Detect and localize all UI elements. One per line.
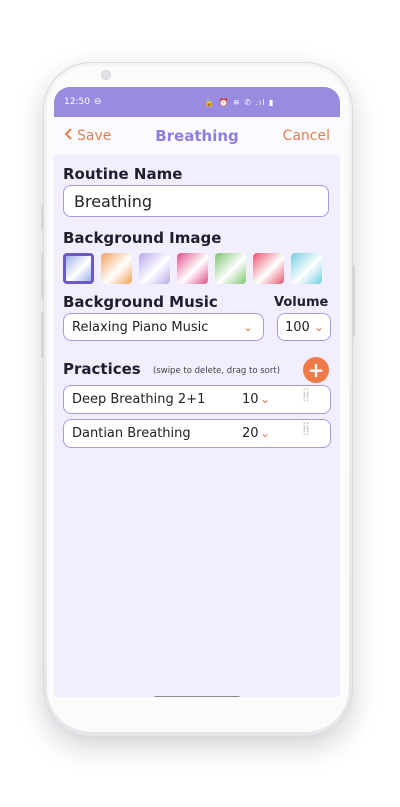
practice-row[interactable]: Dantian Breathing 20 ⌄ ⠿ ⠿ — [63, 419, 331, 448]
chevron-down-icon: ⌄ — [242, 320, 253, 334]
image-swatch[interactable] — [101, 253, 132, 284]
chevron-down-icon[interactable]: ⌄ — [260, 392, 270, 406]
background-image-swatches — [63, 253, 322, 284]
chevron-down-icon: ⌄ — [313, 320, 324, 334]
power-button — [352, 265, 355, 337]
status-time-group: 12:50 ⊖ — [64, 97, 101, 107]
volume-label: Volume — [274, 295, 329, 310]
image-swatch[interactable] — [291, 253, 322, 284]
practices-hint: (swipe to delete, drag to sort) — [153, 366, 281, 376]
side-button — [41, 312, 44, 358]
image-swatch[interactable] — [177, 253, 208, 284]
front-camera — [101, 70, 111, 80]
background-image-label: Background Image — [63, 229, 222, 247]
routine-name-label: Routine Name — [63, 165, 183, 183]
music-select-value: Relaxing Piano Music — [72, 319, 209, 335]
volume-select[interactable]: 100 ⌄ — [277, 313, 331, 341]
image-swatch[interactable] — [63, 253, 94, 284]
practices-label: Practices — [63, 360, 141, 378]
image-swatch[interactable] — [215, 253, 246, 284]
music-select[interactable]: Relaxing Piano Music ⌄ — [63, 313, 264, 341]
image-swatch[interactable] — [253, 253, 284, 284]
status-time: 12:50 — [64, 97, 90, 107]
cancel-button[interactable]: Cancel — [283, 128, 330, 144]
volume-select-value: 100 — [285, 319, 310, 335]
app-screen: 12:50 ⊖ 🔒 ⏰ ≋ ✆ .ıl ▮ Save Breathing Can… — [54, 87, 340, 697]
nav-header: Save Breathing Cancel — [54, 117, 340, 155]
practice-count[interactable]: 10 — [242, 392, 259, 407]
practice-name: Deep Breathing 2+1 — [72, 392, 206, 407]
image-swatch[interactable] — [139, 253, 170, 284]
practice-name: Dantian Breathing — [72, 426, 191, 441]
status-bar: 12:50 ⊖ 🔒 ⏰ ≋ ✆ .ıl ▮ — [54, 87, 340, 117]
drag-handle-icon[interactable]: ⠿ ⠿ — [302, 388, 310, 404]
status-icons: 🔒 ⏰ ≋ ✆ .ıl ▮ — [204, 98, 275, 107]
home-indicator[interactable] — [154, 696, 240, 697]
practice-row[interactable]: Deep Breathing 2+1 10 ⌄ ⠿ ⠿ — [63, 385, 331, 414]
add-practice-button[interactable]: + — [303, 357, 329, 383]
practice-count[interactable]: 20 — [242, 426, 259, 441]
drag-handle-icon[interactable]: ⠿ ⠿ — [302, 422, 310, 438]
chevron-down-icon[interactable]: ⌄ — [260, 426, 270, 440]
clock-icon: ⊖ — [93, 97, 102, 107]
side-button — [41, 253, 44, 299]
side-button — [41, 205, 44, 229]
routine-name-input[interactable]: Breathing — [63, 185, 329, 217]
background-music-label: Background Music — [63, 293, 218, 311]
